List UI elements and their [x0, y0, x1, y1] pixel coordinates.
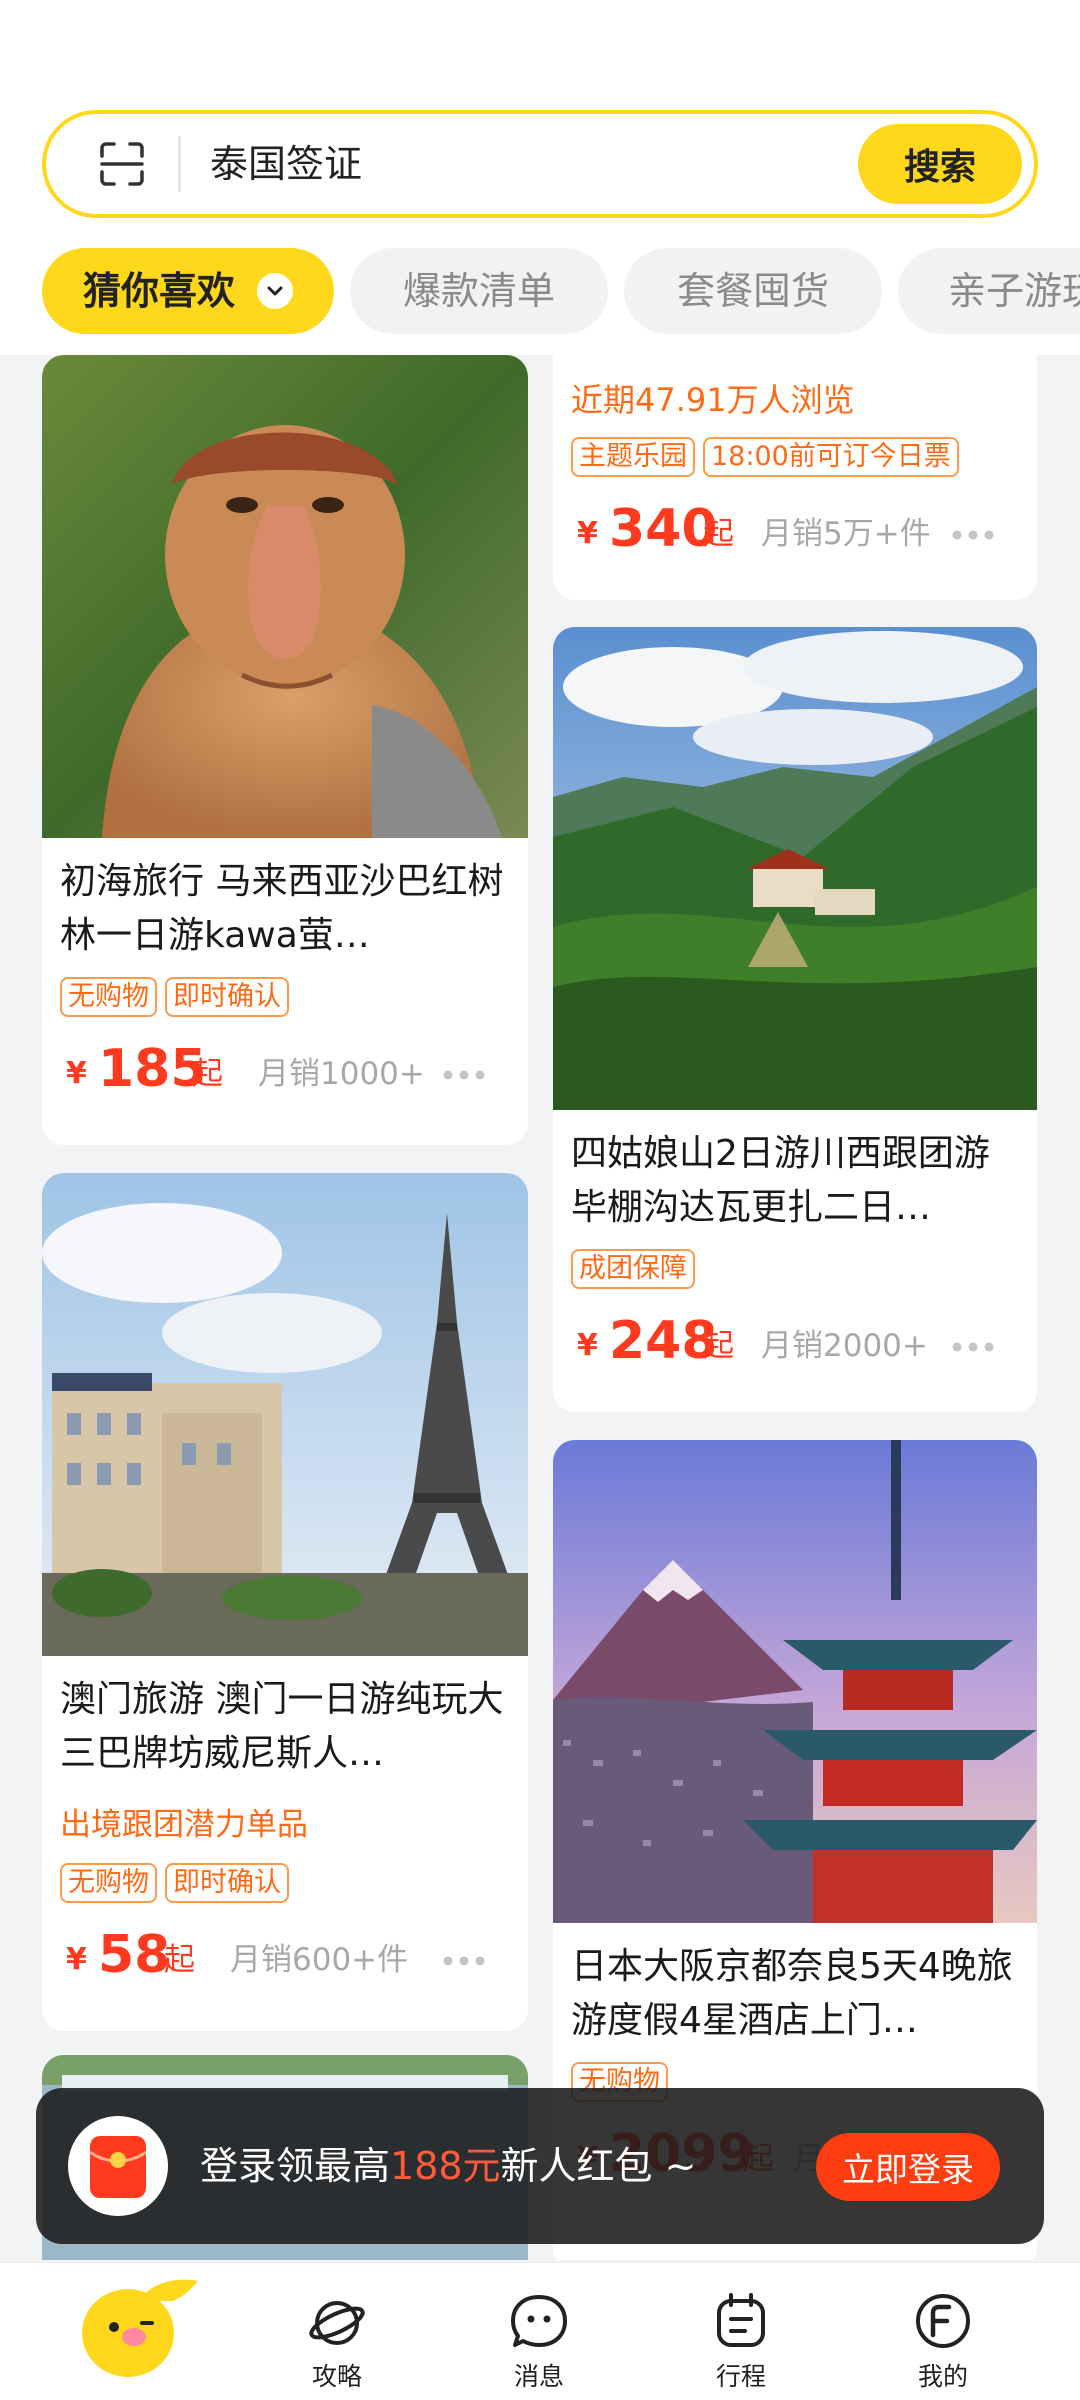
price-suffix: 起 — [192, 1056, 223, 1092]
monthly-sales: 月销2000+ — [761, 1328, 928, 1364]
bottom-nav: 攻略 消息 行程 我的 — [0, 2262, 1080, 2400]
promo-text-suffix: 新人红包 ~ — [500, 2144, 697, 2188]
mountain-monastery-image — [553, 627, 1037, 1110]
tag-list: 无购物 即时确认 — [60, 977, 297, 1017]
tag: 18:00前可订今日票 — [703, 437, 959, 477]
currency-symbol: ¥ — [66, 1942, 87, 1977]
price-suffix: 起 — [164, 1942, 195, 1978]
search-bar[interactable]: 泰国签证 搜索 — [42, 110, 1038, 218]
nav-label: 攻略 — [311, 2362, 362, 2391]
price: 340 — [609, 499, 718, 559]
more-icon[interactable] — [442, 1955, 486, 1967]
product-title: 初海旅行 马来西亚沙巴红树林一日游kawa萤… — [60, 861, 504, 956]
nav-home[interactable] — [70, 2263, 210, 2400]
price: 248 — [609, 1311, 718, 1371]
tab-package-deals[interactable]: 套餐囤货 — [624, 248, 882, 334]
header-area: 泰国签证 搜索 猜你喜欢 爆款清单 套餐囤货 亲子游玩 — [0, 0, 1080, 355]
tab-hot-list[interactable]: 爆款清单 — [350, 248, 608, 334]
mount-fuji-pagoda-image — [553, 1440, 1037, 1923]
promo-text-prefix: 登录领最高 — [200, 2144, 391, 2188]
tab-family-travel[interactable]: 亲子游玩 — [898, 248, 1080, 334]
login-button[interactable]: 立即登录 — [816, 2133, 1000, 2201]
product-title: 日本大阪京都奈良5天4晚旅游度假4星酒店上门… — [571, 1946, 1013, 2041]
price-suffix: 起 — [703, 1328, 734, 1364]
login-promo-toast[interactable]: 登录领最高188元新人红包 ~ 立即登录 — [36, 2088, 1044, 2244]
currency-symbol: ¥ — [577, 1328, 598, 1363]
search-button[interactable]: 搜索 — [858, 124, 1022, 204]
itinerary-icon — [717, 2293, 765, 2347]
promo-label: 出境跟团潜力单品 — [60, 1807, 308, 1843]
nav-guide[interactable]: 攻略 — [262, 2263, 412, 2400]
tag: 即时确认 — [165, 1863, 289, 1903]
search-divider — [178, 136, 181, 192]
more-icon[interactable] — [442, 1069, 486, 1081]
tag: 即时确认 — [165, 977, 289, 1017]
more-icon[interactable] — [951, 529, 995, 541]
currency-symbol: ¥ — [66, 1056, 87, 1091]
product-card[interactable]: 初海旅行 马来西亚沙巴红树林一日游kawa萤… 无购物 即时确认 ¥ 185 起 … — [42, 355, 528, 1145]
nav-profile[interactable]: 我的 — [868, 2263, 1018, 2400]
nav-itinerary[interactable]: 行程 — [666, 2263, 816, 2400]
tag-list: 主题乐园 18:00前可订今日票 — [571, 437, 967, 477]
browse-count: 近期47.91万人浏览 — [571, 381, 855, 419]
chevron-down-icon[interactable] — [257, 272, 293, 309]
fliggy-logo-icon — [82, 2279, 198, 2377]
search-input[interactable]: 泰国签证 — [210, 134, 362, 194]
price-suffix: 起 — [703, 516, 734, 552]
price-row: ¥ 58 起 月销600+件 — [60, 1923, 510, 1985]
product-title: 澳门旅游 澳门一日游纯玩大三巴牌坊威尼斯人… — [60, 1679, 504, 1774]
tag-list: 成团保障 — [571, 1249, 703, 1289]
price-row: ¥ 185 起 月销1000+ — [60, 1037, 510, 1099]
message-icon — [511, 2295, 567, 2347]
macau-eiffel-tower-image — [42, 1173, 528, 1656]
product-card[interactable]: 澳门旅游 澳门一日游纯玩大三巴牌坊威尼斯人… 出境跟团潜力单品 无购物 即时确认 … — [42, 1173, 528, 2031]
price: 185 — [98, 1039, 207, 1099]
currency-symbol: ¥ — [577, 516, 598, 551]
tag: 成团保障 — [571, 1249, 695, 1289]
monthly-sales: 月销600+件 — [230, 1942, 409, 1978]
red-packet-icon — [68, 2116, 168, 2216]
scan-icon[interactable] — [94, 136, 150, 192]
price-row: ¥ 248 起 月销2000+ — [571, 1309, 1019, 1371]
nav-label: 我的 — [917, 2362, 968, 2391]
nav-messages[interactable]: 消息 — [464, 2263, 614, 2400]
tag-list: 无购物 即时确认 — [60, 1863, 297, 1903]
tag: 无购物 — [60, 977, 157, 1017]
price: 58 — [98, 1925, 171, 1985]
product-card[interactable]: 近期47.91万人浏览 主题乐园 18:00前可订今日票 ¥ 340 起 月销5万… — [553, 355, 1037, 600]
proboscis-monkey-image — [42, 355, 528, 838]
promo-message: 登录领最高188元新人红包 ~ — [200, 2138, 696, 2194]
tag: 无购物 — [60, 1863, 157, 1903]
profile-icon — [916, 2294, 970, 2348]
monthly-sales: 月销1000+ — [258, 1056, 425, 1092]
nav-label: 行程 — [715, 2362, 766, 2391]
category-tabs: 猜你喜欢 爆款清单 套餐囤货 亲子游玩 — [0, 248, 1080, 338]
promo-amount: 188元 — [390, 2144, 501, 2188]
tag: 主题乐园 — [571, 437, 695, 477]
product-title: 四姑娘山2日游川西跟团游毕棚沟达瓦更扎二日… — [571, 1133, 990, 1228]
product-feed: 近期47.91万人浏览 主题乐园 18:00前可订今日票 ¥ 340 起 月销5万… — [0, 355, 1080, 2260]
monthly-sales: 月销5万+件 — [761, 516, 931, 552]
tab-label: 猜你喜欢 — [82, 269, 235, 313]
more-icon[interactable] — [951, 1341, 995, 1353]
product-card[interactable]: 四姑娘山2日游川西跟团游毕棚沟达瓦更扎二日… 成团保障 ¥ 248 起 月销20… — [553, 627, 1037, 1412]
nav-label: 消息 — [513, 2362, 564, 2391]
price-row: ¥ 340 起 月销5万+件 — [571, 497, 1019, 559]
tab-guess-you-like[interactable]: 猜你喜欢 — [42, 248, 334, 334]
planet-icon — [309, 2301, 365, 2345]
